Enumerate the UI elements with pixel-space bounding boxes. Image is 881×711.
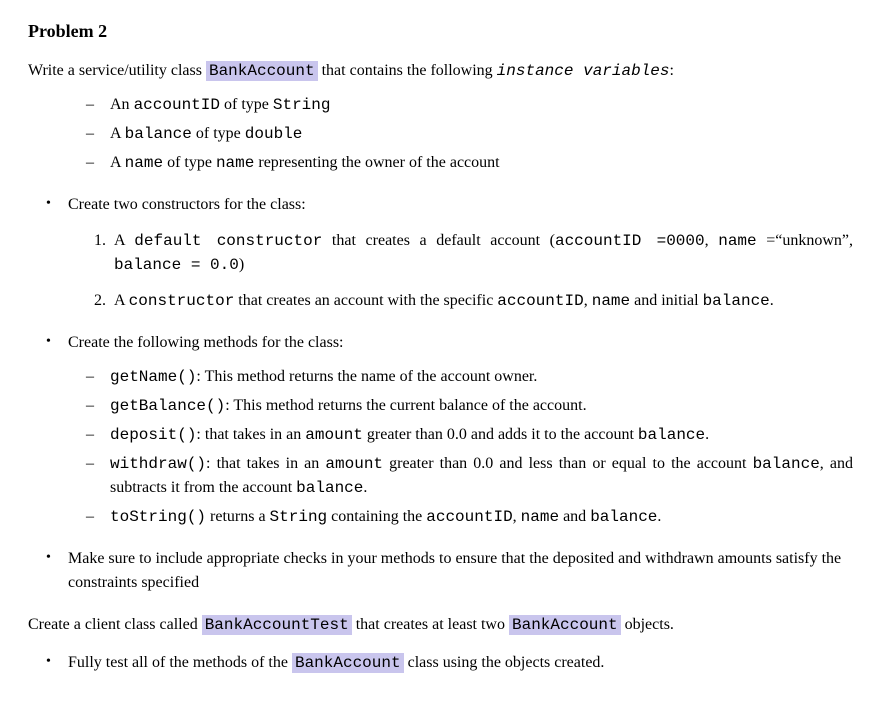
text: , [705, 232, 719, 249]
list-item: An accountID of type String [110, 93, 853, 117]
text: . [657, 508, 661, 525]
highlight-bankaccount: BankAccount [509, 615, 621, 635]
code-balance: balance [638, 426, 705, 444]
text: Create a client class called [28, 616, 202, 633]
text: A [114, 292, 129, 309]
text: and [559, 508, 590, 525]
code-balance: balance [125, 125, 192, 143]
code-string: String [270, 508, 328, 526]
final-bullet-list: Fully test all of the methods of the Ban… [28, 651, 853, 675]
code-getbalance: getBalance() [110, 397, 225, 415]
list-item: getBalance(): This method returns the cu… [110, 394, 853, 418]
code-name-type: name [216, 154, 254, 172]
text: An [110, 96, 134, 113]
code-accountid: accountID [134, 96, 220, 114]
code-accountid-default: accountID =0000 [555, 232, 705, 250]
code-accountid: accountID [497, 292, 583, 310]
code-balance: balance [753, 455, 820, 473]
code-double: double [245, 125, 303, 143]
code-constructor: constructor [129, 292, 235, 310]
list-item: withdraw(): that takes in an amount grea… [110, 452, 853, 500]
code-withdraw: withdraw() [110, 455, 206, 473]
text: that creates an account with the specifi… [234, 292, 497, 309]
code-name: name [592, 292, 630, 310]
text: . [363, 479, 367, 496]
code-name-default: name [718, 232, 756, 250]
text: Create the following methods for the cla… [68, 334, 343, 351]
text: ) [239, 256, 244, 273]
closing-paragraph: Create a client class called BankAccount… [28, 613, 853, 637]
code-balance: balance [296, 479, 363, 497]
code-balance: balance [590, 508, 657, 526]
highlight-bankaccounttest: BankAccountTest [202, 615, 352, 635]
constructor-section: Create two constructors for the class: A… [28, 193, 853, 595]
code-name: name [125, 154, 163, 172]
text: , [584, 292, 592, 309]
text: : that takes in an [206, 455, 325, 472]
code-name: name [521, 508, 559, 526]
code-deposit: deposit() [110, 426, 196, 444]
code-amount: amount [305, 426, 363, 444]
bullet-constructors: Create two constructors for the class: A… [68, 193, 853, 313]
list-item: toString() returns a String containing t… [110, 505, 853, 529]
text: that creates at least two [352, 616, 509, 633]
text: that creates a default account ( [322, 232, 555, 249]
problem-title: Problem 2 [28, 18, 853, 45]
text: =“unknown”, [757, 232, 853, 249]
list-item: A default constructor that creates a def… [110, 229, 853, 277]
highlight-bankaccount: BankAccount [292, 653, 404, 673]
text: : [670, 62, 674, 79]
text: returns a [206, 508, 270, 525]
text: objects. [621, 616, 674, 633]
code-amount: amount [325, 455, 383, 473]
code-accountid: accountID [426, 508, 512, 526]
text: A [114, 232, 134, 249]
text: . [770, 292, 774, 309]
code-tostring: toString() [110, 508, 206, 526]
list-item: A balance of type double [110, 122, 853, 146]
list-item: deposit(): that takes in an amount great… [110, 423, 853, 447]
text: of type [163, 154, 216, 171]
method-list: getName(): This method returns the name … [68, 365, 853, 529]
text: class using the objects created. [404, 654, 605, 671]
instance-variable-list: An accountID of type String A balance of… [28, 93, 853, 175]
text: A [110, 125, 125, 142]
intro-paragraph: Write a service/utility class BankAccoun… [28, 59, 853, 83]
text: : This method returns the current balanc… [225, 397, 586, 414]
text: Fully test all of the methods of the [68, 654, 292, 671]
text: Create two constructors for the class: [68, 196, 306, 213]
code-getname: getName() [110, 368, 196, 386]
text: of type [192, 125, 245, 142]
text: representing the owner of the account [254, 154, 499, 171]
text: Make sure to include appropriate checks … [68, 550, 841, 591]
text: greater than 0.0 and less than or equal … [383, 455, 753, 472]
text: containing the [327, 508, 426, 525]
text: A [110, 154, 125, 171]
code-default-constructor: default constructor [134, 232, 322, 250]
text: and initial [630, 292, 702, 309]
text: Write a service/utility class [28, 62, 206, 79]
list-item: A constructor that creates an account wi… [110, 289, 853, 313]
code-balance-default: balance = 0.0 [114, 256, 239, 274]
text: greater than 0.0 and adds it to the acco… [363, 426, 638, 443]
text: : This method returns the name of the ac… [196, 368, 537, 385]
text: , [513, 508, 521, 525]
text: : that takes in an [196, 426, 305, 443]
bullet-test: Fully test all of the methods of the Ban… [68, 651, 853, 675]
list-item: A name of type name representing the own… [110, 151, 853, 175]
text: . [705, 426, 709, 443]
constructor-list: A default constructor that creates a def… [68, 229, 853, 313]
text: of type [220, 96, 273, 113]
bullet-methods: Create the following methods for the cla… [68, 331, 853, 529]
italic-instance-variables: instance variables [497, 62, 670, 80]
text: that contains the following [318, 62, 497, 79]
bullet-checks: Make sure to include appropriate checks … [68, 547, 853, 595]
list-item: getName(): This method returns the name … [110, 365, 853, 389]
code-string: String [273, 96, 331, 114]
highlight-bankaccount: BankAccount [206, 61, 318, 81]
code-balance: balance [703, 292, 770, 310]
